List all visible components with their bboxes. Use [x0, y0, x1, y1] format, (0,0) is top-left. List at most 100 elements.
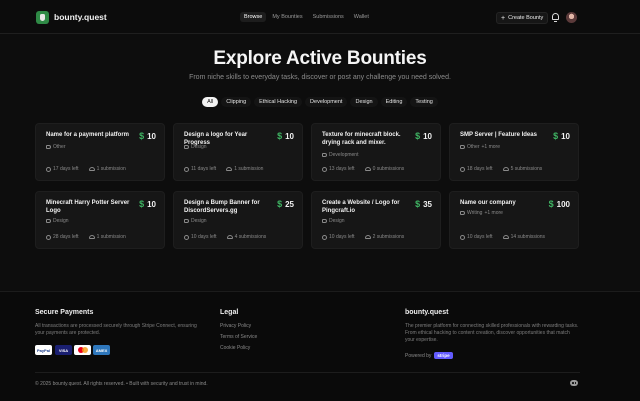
category-label: Development — [329, 152, 359, 158]
avatar[interactable] — [566, 12, 577, 23]
submission-count: 1 submission — [88, 166, 126, 172]
terms-of-service-link[interactable]: Terms of Service — [220, 334, 257, 340]
submission-count: 1 submission — [226, 166, 263, 172]
users-icon — [502, 167, 509, 171]
bounty-meta: 11 days left 1 submission — [184, 166, 263, 172]
mastercard-icon — [74, 345, 91, 355]
dollar-icon: $ — [415, 131, 421, 141]
category-tag: Writing +1 more — [460, 210, 503, 216]
bounty-meta: 17 days left 1 submission — [46, 166, 126, 172]
tag-icon — [460, 211, 465, 215]
category-label: Writing — [467, 210, 483, 216]
clock-icon — [322, 234, 327, 240]
filter-chip-design[interactable]: Design — [350, 97, 378, 107]
bounty-card[interactable]: SMP Server | Feature Ideas $10 Other +1 m… — [449, 123, 579, 181]
bounty-meta: 18 days left 5 submissions — [460, 166, 542, 172]
time-left: 10 days left — [184, 234, 217, 240]
stripe-logo[interactable]: stripe — [434, 352, 453, 359]
bounty-reward: $10 — [553, 131, 570, 141]
reward-amount: 10 — [147, 199, 156, 209]
reward-amount: 25 — [285, 199, 294, 209]
category-more: +1 more — [484, 210, 503, 216]
nav-link-submissions[interactable]: Submissions — [309, 12, 348, 22]
filter-chip-clipping[interactable]: Clipping — [221, 97, 252, 107]
bounty-meta: 28 days left 1 submission — [46, 234, 126, 240]
create-bounty-button[interactable]: + Create Bounty — [496, 12, 549, 24]
bounty-title: Minecraft Harry Potter Server Logo — [46, 200, 130, 214]
create-bounty-label: Create Bounty — [508, 15, 544, 21]
bounty-reward: $25 — [277, 199, 294, 209]
bounty-title: Texture for minecraft block. drying rack… — [322, 132, 401, 146]
category-tag: Design — [184, 218, 209, 224]
time-left-label: 10 days left — [191, 234, 217, 240]
submission-count-label: 0 submissions — [372, 166, 405, 172]
secure-payments-text: All transactions are processed securely … — [35, 323, 197, 336]
filter-chip-editing[interactable]: Editing — [380, 97, 408, 107]
bounty-title: SMP Server | Feature Ideas — [460, 132, 537, 138]
bounty-meta: 10 days left 4 submissions — [184, 234, 266, 240]
filter-chip-ethical-hacking[interactable]: Ethical Hacking — [254, 97, 303, 107]
category-tag: Other — [46, 144, 68, 150]
page-title: Explore Active Bounties — [213, 48, 427, 69]
time-left-label: 18 days left — [467, 166, 493, 172]
time-left: 13 days left — [322, 166, 355, 172]
discord-icon[interactable] — [570, 380, 578, 386]
submission-count-label: 1 submission — [96, 166, 126, 172]
category-label: Other — [53, 144, 66, 150]
paypal-icon: PayPal — [35, 345, 52, 355]
bounty-card[interactable]: Name for a payment platform $10 Other 17… — [35, 123, 165, 181]
bounty-card[interactable]: Create a Website / Logo for Pingcraft.io… — [311, 191, 441, 249]
reward-amount: 100 — [556, 199, 570, 209]
tag-icon — [184, 219, 189, 223]
footer-divider — [35, 372, 580, 373]
time-left: 10 days left — [322, 234, 355, 240]
submission-count: 2 submissions — [364, 234, 405, 240]
submission-count-label: 14 submissions — [510, 234, 546, 240]
copyright-text: © 2025 bounty.quest. All rights reserved… — [35, 381, 208, 387]
bell-icon[interactable] — [552, 13, 559, 22]
nav-link-wallet[interactable]: Wallet — [350, 12, 373, 22]
submission-count-label: 1 submission — [234, 166, 264, 172]
users-icon — [88, 167, 95, 171]
dollar-icon: $ — [277, 199, 283, 209]
submission-count-label: 2 submissions — [372, 234, 405, 240]
time-left-label: 10 days left — [467, 234, 493, 240]
dollar-icon: $ — [277, 131, 283, 141]
nav-link-browse[interactable]: Browse — [240, 12, 267, 22]
bounty-card[interactable]: Design a Bump Banner for DiscordServers.… — [173, 191, 303, 249]
bounty-card[interactable]: Name our company $100 Writing +1 more 10 … — [449, 191, 579, 249]
tag-icon — [46, 219, 51, 223]
brand-name[interactable]: bounty.quest — [54, 12, 107, 22]
bounty-card[interactable]: Minecraft Harry Potter Server Logo $10 D… — [35, 191, 165, 249]
reward-amount: 35 — [423, 199, 432, 209]
filter-chip-testing[interactable]: Testing — [410, 97, 438, 107]
privacy-policy-link[interactable]: Privacy Policy — [220, 323, 251, 329]
category-more: +1 more — [481, 144, 500, 150]
dollar-icon: $ — [139, 131, 145, 141]
time-left: 28 days left — [46, 234, 79, 240]
reward-amount: 10 — [285, 131, 294, 141]
bounty-reward: $100 — [549, 199, 570, 209]
dollar-icon: $ — [415, 199, 421, 209]
users-icon — [364, 235, 371, 239]
bounty-reward: $35 — [415, 199, 432, 209]
secure-payments-heading: Secure Payments — [35, 309, 94, 316]
nav-link-my-bounties[interactable]: My Bounties — [268, 12, 306, 22]
bounty-card[interactable]: Design a logo for Year Progress $10 Desi… — [173, 123, 303, 181]
bounty-card[interactable]: Texture for minecraft block. drying rack… — [311, 123, 441, 181]
tag-icon — [460, 145, 465, 149]
tag-icon — [184, 145, 189, 149]
category-tag: Development — [322, 152, 360, 158]
money-bag-logo-icon[interactable] — [36, 11, 49, 24]
plus-icon: + — [501, 14, 506, 22]
users-icon — [226, 167, 233, 171]
filter-chip-development[interactable]: Development — [305, 97, 348, 107]
category-tag: Design — [46, 218, 71, 224]
bounty-meta: 10 days left 14 submissions — [460, 234, 545, 240]
filter-chip-all[interactable]: All — [202, 97, 219, 107]
dollar-icon: $ — [139, 199, 145, 209]
cookie-policy-link[interactable]: Cookie Policy — [220, 345, 250, 351]
time-left-label: 10 days left — [329, 234, 355, 240]
submission-count-label: 1 submission — [96, 234, 126, 240]
legal-heading: Legal — [220, 309, 239, 316]
